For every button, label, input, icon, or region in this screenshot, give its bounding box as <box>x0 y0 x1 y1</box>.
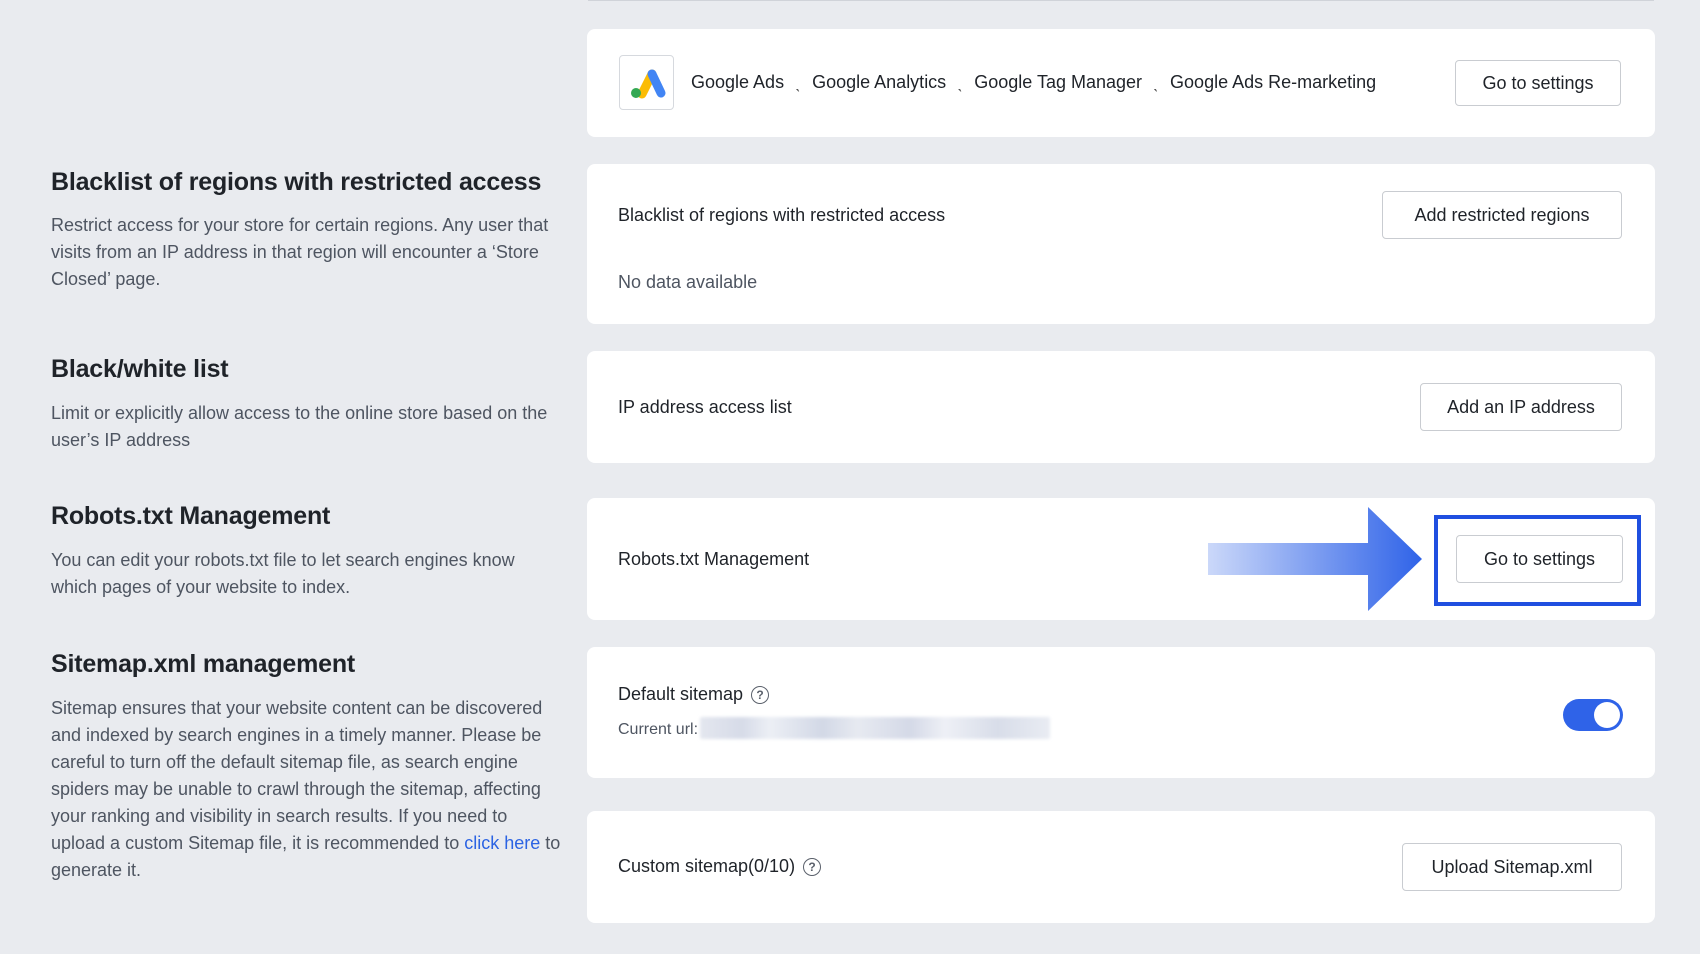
blacklist-section-title: Blacklist of regions with restricted acc… <box>51 168 542 196</box>
robots-section-title: Robots.txt Management <box>51 502 331 530</box>
robots-card-label: Robots.txt Management <box>618 549 810 569</box>
integration-google-tag-manager: Google Tag Manager <box>974 72 1143 92</box>
custom-sitemap-label-row: Custom sitemap(0/10)? <box>618 856 822 877</box>
integration-google-analytics: Google Analytics <box>812 72 947 92</box>
previous-card-edge <box>588 0 1654 1</box>
blacklist-card-label: Blacklist of regions with restricted acc… <box>618 205 946 225</box>
current-url-row: Current url: <box>618 717 1051 739</box>
default-sitemap-toggle[interactable] <box>1563 699 1623 731</box>
chain-separator: ˎ <box>957 72 964 92</box>
google-ads-logo <box>619 55 674 110</box>
robots-go-to-settings-button[interactable]: Go to settings <box>1456 535 1623 583</box>
question-circle-icon[interactable]: ? <box>803 858 822 876</box>
blacklist-empty-text: No data available <box>618 272 758 292</box>
sitemap-section-title: Sitemap.xml management <box>51 650 356 678</box>
redacted-url <box>700 717 1051 739</box>
custom-sitemap-label: Custom sitemap(0/10) <box>618 856 796 876</box>
default-sitemap-label: Default sitemap <box>618 684 744 704</box>
default-sitemap-label-row: Default sitemap? <box>618 684 770 705</box>
click-here-link[interactable]: click here <box>464 833 540 853</box>
chain-separator: ˎ <box>1153 72 1160 92</box>
add-ip-address-button[interactable]: Add an IP address <box>1420 383 1622 431</box>
add-restricted-regions-button[interactable]: Add restricted regions <box>1382 191 1622 239</box>
blacklist-card <box>587 164 1655 324</box>
question-circle-icon[interactable]: ? <box>751 686 770 704</box>
integrations-chain: Google Ads ˎ Google Analytics ˎ Google T… <box>691 72 1376 93</box>
ip-access-card-label: IP address access list <box>618 397 792 417</box>
bw-list-section-description: Limit or explicitly allow access to the … <box>51 403 548 450</box>
toggle-knob <box>1594 702 1620 728</box>
integration-google-ads-remarketing: Google Ads Re-marketing <box>1170 72 1377 92</box>
arrow-right-icon <box>1208 507 1422 611</box>
sitemap-description-text: Sitemap ensures that your website conten… <box>51 698 543 853</box>
bw-list-section-title: Black/white list <box>51 355 229 383</box>
google-ads-icon <box>630 69 665 98</box>
sitemap-section-description: Sitemap ensures that your website conten… <box>51 695 561 884</box>
current-url-label: Current url: <box>618 721 699 738</box>
integrations-go-to-settings-button[interactable]: Go to settings <box>1455 60 1621 106</box>
default-sitemap-card <box>587 647 1655 778</box>
chain-separator: ˎ <box>795 72 802 92</box>
integration-google-ads: Google Ads <box>691 72 785 92</box>
upload-sitemap-button[interactable]: Upload Sitemap.xml <box>1402 843 1622 891</box>
blacklist-section-description: Restrict access for your store for certa… <box>51 215 549 289</box>
robots-section-description: You can edit your robots.txt file to let… <box>51 550 515 597</box>
